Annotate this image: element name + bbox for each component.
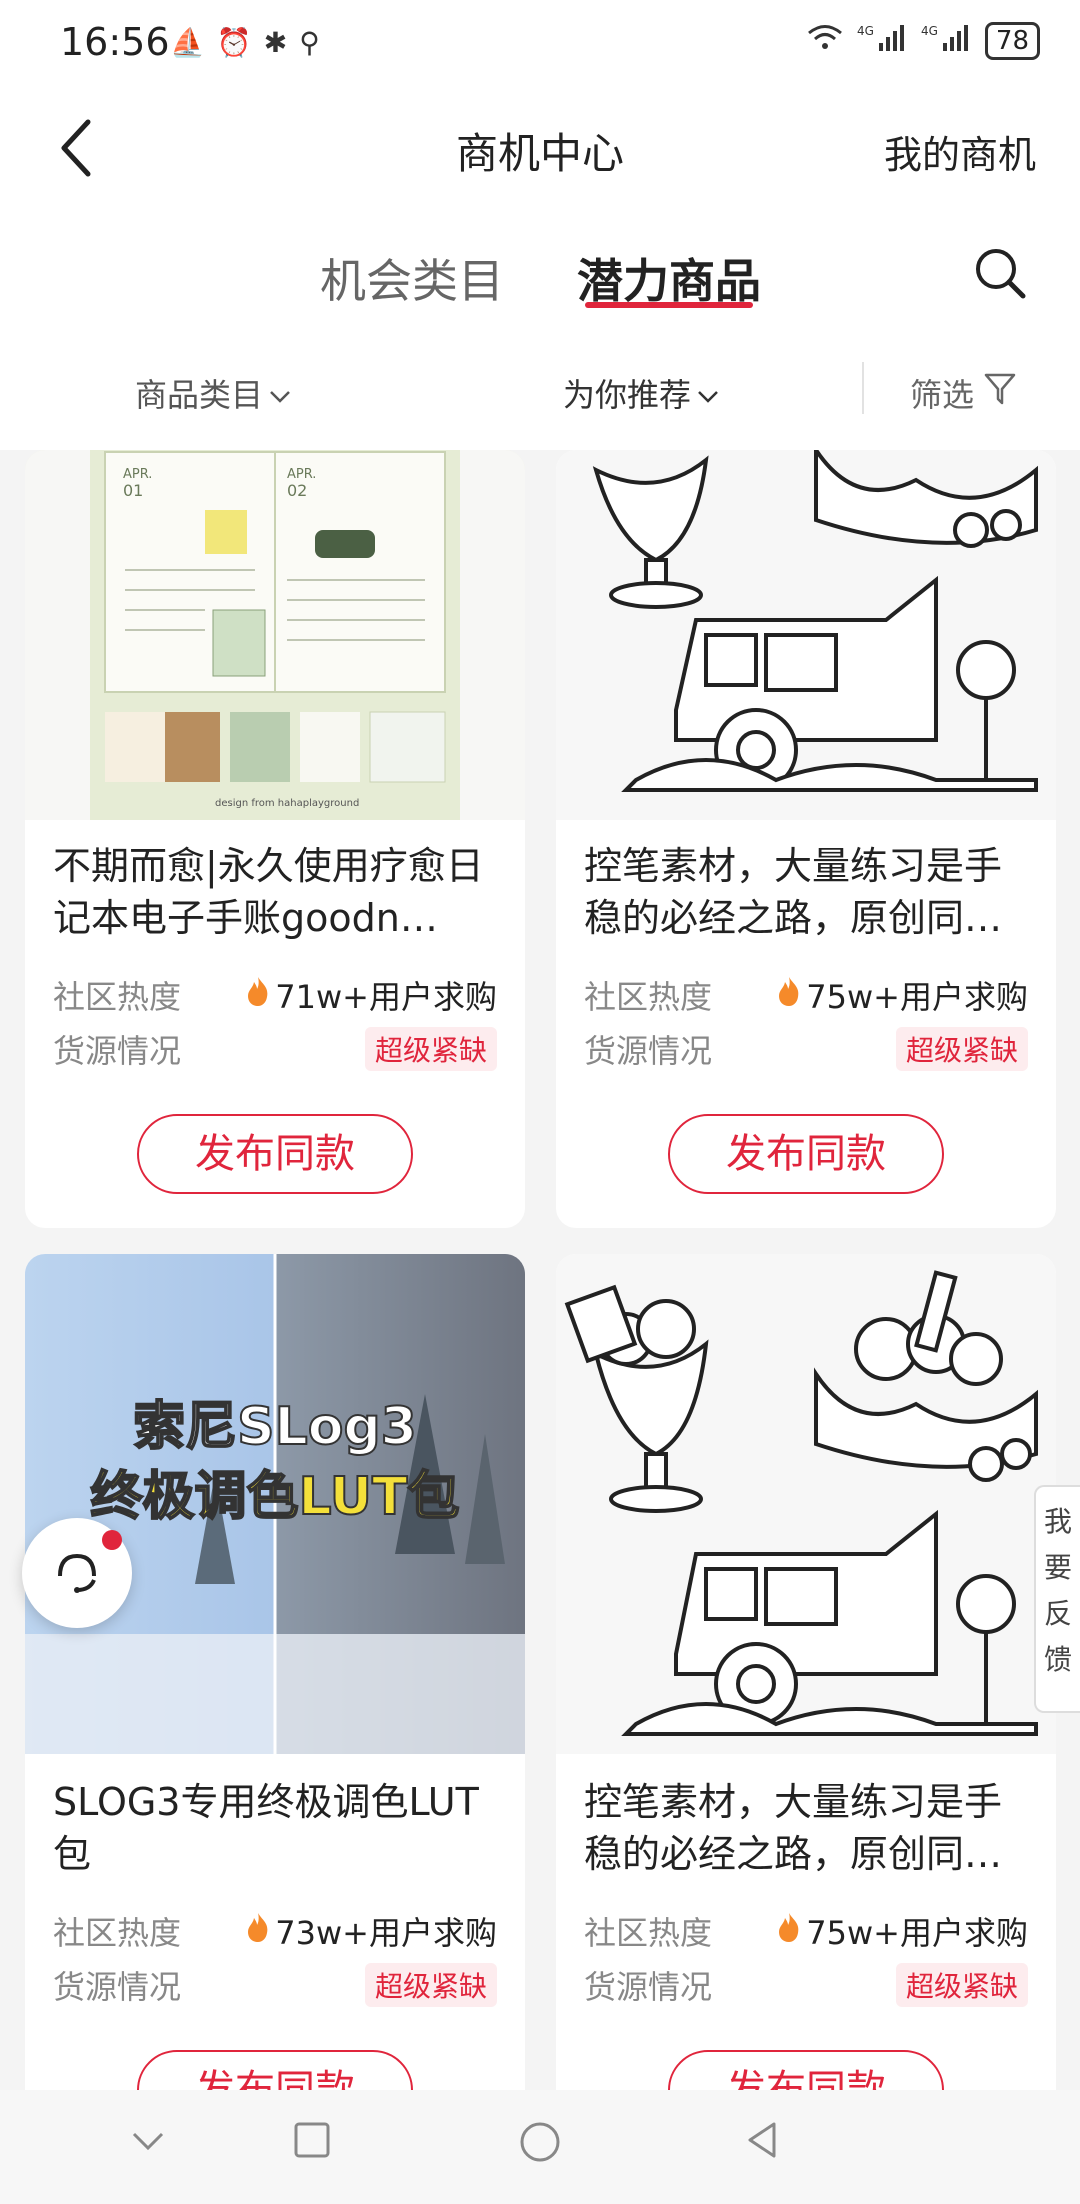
planner-illustration: APR. 01 APR. 02 design from hahaplaygrou…	[25, 450, 525, 820]
status-time: 16:56	[60, 20, 170, 64]
signal-4g-icon: 4G	[857, 23, 907, 59]
customer-service-button[interactable]	[22, 1518, 132, 1628]
my-opportunities-link[interactable]: 我的商机	[884, 124, 1036, 179]
supply-label: 货源情况	[53, 1968, 182, 2006]
product-title: 不期而愈|永久使用疗愈日记本电子手账goodn…	[53, 844, 484, 940]
product-image	[556, 450, 1056, 820]
product-image	[556, 1254, 1056, 1754]
supply-row: 货源情况 超级紧缺	[584, 1962, 1028, 2008]
feedback-char: 馈	[1043, 1643, 1072, 1676]
feedback-char: 我	[1043, 1505, 1072, 1538]
back-nav-icon[interactable]	[742, 2120, 782, 2164]
supply-label: 货源情况	[584, 1968, 713, 2006]
product-card[interactable]: 索尼SLog3 终极调色LUT包 SLOG3专用终极调色LUT包 社区热度 73…	[25, 1254, 525, 2090]
heat-label: 社区热度	[53, 978, 182, 1016]
scarcity-badge: 超级紧缺	[364, 1963, 497, 2007]
fire-icon	[245, 1911, 271, 1951]
home-icon[interactable]	[518, 2120, 562, 2168]
heat-row: 社区热度 73w+用户求购	[53, 1908, 497, 1954]
svg-text:索尼SLog3: 索尼SLog3	[133, 1397, 417, 1457]
heat-row: 社区热度 71w+用户求购	[53, 972, 497, 1018]
heat-label: 社区热度	[584, 1914, 713, 1952]
filter-bar: 商品类目 为你推荐 筛选	[0, 340, 1080, 450]
product-title: 控笔素材，大量练习是手稳的必经之路，原创同…	[584, 1780, 1003, 1876]
tab-bar: 机会类目 潜力商品	[0, 210, 1080, 340]
product-image: 索尼SLog3 终极调色LUT包	[25, 1254, 525, 1754]
battery-icon: 78	[984, 22, 1040, 60]
notification-dot	[102, 1530, 122, 1550]
status-bar: 16:56 ⛵ ⏰ ✱ ⚲ 4G 4G 78	[0, 0, 1080, 90]
nav-bar: 商机中心 我的商机	[0, 90, 1080, 210]
recommend-sort-label: 为你推荐	[563, 376, 692, 414]
supply-row: 货源情况 超级紧缺	[53, 1962, 497, 2008]
heat-value: 75w+用户求购	[806, 978, 1028, 1016]
heat-row: 社区热度 75w+用户求购	[584, 1908, 1028, 1954]
publish-same-button[interactable]: 发布同款	[668, 1114, 944, 1194]
feedback-tab[interactable]: 我 要 反 馈	[1034, 1485, 1080, 1713]
category-filter[interactable]: 商品类目	[135, 370, 291, 416]
product-title: 控笔素材，大量练习是手稳的必经之路，原创同…	[584, 844, 1003, 940]
fire-icon	[245, 975, 271, 1015]
product-grid: APR. 01 APR. 02 design from hahaplaygrou…	[0, 450, 1080, 2090]
coloring-illustration	[592, 450, 1038, 792]
svg-text:APR.: APR.	[123, 467, 152, 482]
tab-opportunity-categories[interactable]: 机会类目	[320, 245, 504, 311]
feedback-char: 反	[1043, 1597, 1072, 1630]
heat-label: 社区热度	[53, 1914, 182, 1952]
chevron-down-icon[interactable]	[128, 2120, 168, 2164]
product-image: APR. 01 APR. 02 design from hahaplaygrou…	[25, 450, 525, 820]
svg-text:终极调色LUT包: 终极调色LUT包	[91, 1467, 460, 1527]
svg-text:4G: 4G	[857, 24, 874, 38]
svg-text:design from hahaplayground: design from hahaplayground	[215, 798, 359, 809]
product-card[interactable]: APR. 01 APR. 02 design from hahaplaygrou…	[25, 450, 525, 1228]
heat-value: 73w+用户求购	[275, 1914, 497, 1952]
publish-same-button[interactable]: 发布同款	[137, 2050, 413, 2090]
publish-same-button[interactable]: 发布同款	[137, 1114, 413, 1194]
search-icon[interactable]	[972, 245, 1028, 305]
heat-value: 71w+用户求购	[275, 978, 497, 1016]
svg-text:4G: 4G	[921, 24, 938, 38]
product-card[interactable]: 控笔素材，大量练习是手稳的必经之路，原创同… 社区热度 75w+用户求购 货源情…	[556, 450, 1056, 1228]
category-filter-label: 商品类目	[135, 376, 264, 414]
funnel-icon	[980, 371, 1020, 415]
filter-label: 筛选	[910, 376, 975, 414]
coloring-illustration	[564, 1270, 1038, 1736]
svg-text:01: 01	[123, 481, 143, 500]
wifi-icon	[807, 24, 843, 58]
supply-label: 货源情况	[53, 1032, 182, 1070]
supply-row: 货源情况 超级紧缺	[584, 1026, 1028, 1072]
bluetooth-icon: ✱	[263, 26, 288, 59]
fire-icon	[776, 1911, 802, 1951]
heat-value: 75w+用户求购	[806, 1914, 1028, 1952]
active-tab-indicator	[585, 302, 753, 308]
product-title: SLOG3专用终极调色LUT包	[53, 1780, 479, 1876]
product-card[interactable]: 控笔素材，大量练习是手稳的必经之路，原创同… 社区热度 75w+用户求购 货源情…	[556, 1254, 1056, 2090]
signal-4g-icon-2: 4G	[921, 23, 971, 59]
recommend-sort[interactable]: 为你推荐	[563, 370, 719, 416]
svg-text:APR.: APR.	[287, 467, 316, 482]
filter-button[interactable]: 筛选	[910, 370, 1020, 416]
svg-text:02: 02	[287, 481, 307, 500]
heat-row: 社区热度 75w+用户求购	[584, 972, 1028, 1018]
headset-icon	[50, 1546, 104, 1604]
heat-label: 社区热度	[584, 978, 713, 1016]
fire-icon	[776, 975, 802, 1015]
supply-label: 货源情况	[584, 1032, 713, 1070]
app-notification-icon: ⛵	[170, 26, 205, 59]
location-icon: ⚲	[299, 26, 320, 59]
chevron-down-icon	[269, 374, 291, 412]
system-nav-bar	[0, 2090, 1080, 2204]
alarm-icon: ⏰	[216, 26, 252, 59]
supply-row: 货源情况 超级紧缺	[53, 1026, 497, 1072]
recent-apps-icon[interactable]	[292, 2120, 332, 2164]
scarcity-badge: 超级紧缺	[895, 1027, 1028, 1071]
filter-divider	[862, 362, 864, 414]
scarcity-badge: 超级紧缺	[895, 1963, 1028, 2007]
lut-preview-illustration: 索尼SLog3 终极调色LUT包	[25, 1254, 525, 1754]
publish-same-button[interactable]: 发布同款	[668, 2050, 944, 2090]
chevron-down-icon	[697, 374, 719, 412]
feedback-char: 要	[1043, 1551, 1072, 1584]
scarcity-badge: 超级紧缺	[364, 1027, 497, 1071]
